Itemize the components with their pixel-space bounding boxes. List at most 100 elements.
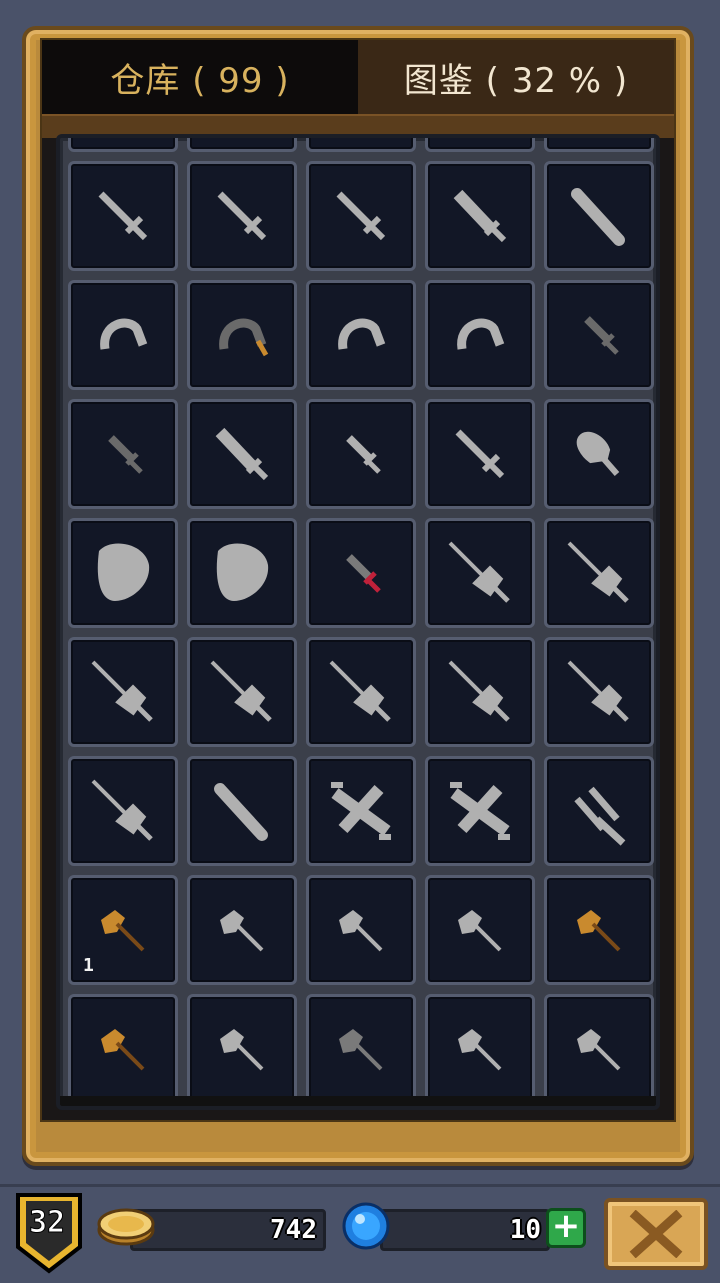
inventory-slot[interactable] <box>68 518 178 628</box>
item-count: 1 <box>83 955 94 976</box>
inventory-slot[interactable] <box>544 161 654 271</box>
dagger-icon <box>346 435 381 474</box>
rapier-icon <box>448 541 510 603</box>
inventory-slot[interactable] <box>187 280 297 390</box>
inventory-slot[interactable] <box>306 134 416 152</box>
inventory-slot[interactable] <box>425 756 535 866</box>
gold-coin-icon <box>97 1208 155 1246</box>
inventory-slot[interactable] <box>306 399 416 509</box>
inventory-slot[interactable] <box>544 138 654 152</box>
inventory-slot[interactable] <box>425 134 535 152</box>
inventory-slot[interactable] <box>68 994 178 1104</box>
level-number: 32 <box>28 1205 66 1241</box>
inventory-slot[interactable] <box>544 399 654 509</box>
inventory-frame: 仓库 ( 99 ) 图鉴 ( 32 % ) 1 <box>22 26 694 1166</box>
axe-icon <box>220 1029 264 1071</box>
axe-icon <box>458 1029 502 1071</box>
sickle-icon <box>457 318 505 350</box>
inventory-slot[interactable] <box>306 756 416 866</box>
cross-blade-icon <box>331 782 391 840</box>
dark-axe-icon <box>339 1029 383 1071</box>
close-icon <box>629 1210 683 1258</box>
tab-bar: 仓库 ( 99 ) 图鉴 ( 32 % ) <box>42 40 674 114</box>
inventory-slot[interactable] <box>544 280 654 390</box>
inventory-slot[interactable] <box>306 161 416 271</box>
inventory-slot[interactable] <box>544 637 654 747</box>
gray-sword-icon <box>190 134 294 149</box>
inventory-slot[interactable] <box>187 637 297 747</box>
broad-sword-icon <box>453 189 507 243</box>
inventory-slot[interactable] <box>68 637 178 747</box>
gem-amount: 10 <box>509 1215 541 1245</box>
inventory-slot[interactable] <box>187 756 297 866</box>
shield-icon <box>97 543 150 601</box>
inventory-slot[interactable] <box>187 399 297 509</box>
trident-icon <box>574 786 626 846</box>
inventory-slot[interactable] <box>306 280 416 390</box>
item-grid: 1 <box>68 134 656 1104</box>
item-grid-panel[interactable]: 1 <box>56 134 660 1110</box>
inventory-slot[interactable] <box>68 280 178 390</box>
inventory-slot[interactable]: 1 <box>68 875 178 985</box>
inventory-slot[interactable] <box>544 994 654 1104</box>
level-badge: 32 <box>14 1191 84 1275</box>
inventory-slot[interactable] <box>306 994 416 1104</box>
inventory-slot[interactable] <box>544 756 654 866</box>
axe-icon <box>220 910 264 952</box>
sickle-icon <box>338 318 386 350</box>
inventory-slot[interactable] <box>68 399 178 509</box>
inventory-slot[interactable] <box>68 161 178 271</box>
inventory-slot[interactable] <box>68 134 178 152</box>
close-button[interactable] <box>604 1198 708 1270</box>
silver-sword-icon <box>309 134 413 149</box>
inventory-slot[interactable] <box>425 518 535 628</box>
axe-icon <box>339 910 383 952</box>
inventory-slot[interactable] <box>187 161 297 271</box>
inventory-slot[interactable] <box>425 994 535 1104</box>
bronze-axe-icon <box>101 1029 145 1071</box>
inventory-slot[interactable] <box>425 161 535 271</box>
gray-sword-icon <box>98 191 148 241</box>
inventory-panel: 仓库 ( 99 ) 图鉴 ( 32 % ) 1 <box>40 38 676 1122</box>
inventory-slot[interactable] <box>187 994 297 1104</box>
tab-codex[interactable]: 图鉴 ( 32 % ) <box>358 40 674 114</box>
inventory-slot[interactable] <box>425 637 535 747</box>
club-icon <box>571 188 625 246</box>
inventory-slot[interactable] <box>425 875 535 985</box>
bronze-axe-icon <box>577 910 621 952</box>
gold-bar: 742 <box>130 1209 326 1251</box>
gem-bar: 10 <box>380 1209 550 1251</box>
dark-sickle-icon <box>219 318 269 357</box>
inventory-slot[interactable] <box>544 875 654 985</box>
dark-dagger-icon <box>108 435 143 474</box>
inventory-slot[interactable] <box>68 756 178 866</box>
gray-sword-icon <box>217 191 267 241</box>
inventory-slot[interactable] <box>544 518 654 628</box>
bronze-sword-icon <box>71 134 175 149</box>
club-icon <box>214 783 268 841</box>
rapier-icon <box>567 660 629 722</box>
axe-icon <box>577 1029 621 1071</box>
gray-sword-icon <box>455 429 505 479</box>
inventory-slot[interactable] <box>187 134 297 152</box>
rapier-icon <box>210 660 272 722</box>
inventory-slot[interactable] <box>306 875 416 985</box>
inventory-slot[interactable] <box>187 518 297 628</box>
rapier-icon <box>448 660 510 722</box>
rapier-icon <box>567 541 629 603</box>
rapier-icon <box>329 660 391 722</box>
inventory-slot[interactable] <box>425 399 535 509</box>
add-gems-button[interactable]: + <box>546 1208 586 1248</box>
red-dagger-icon <box>346 554 381 593</box>
paddle-icon <box>576 431 620 476</box>
rapier-icon <box>91 779 153 841</box>
inventory-slot[interactable] <box>425 280 535 390</box>
great-sword-icon <box>428 134 532 149</box>
dark-dagger-icon <box>584 316 619 355</box>
inventory-slot[interactable] <box>187 875 297 985</box>
inventory-slot[interactable] <box>306 637 416 747</box>
gold-amount: 742 <box>270 1215 317 1245</box>
grid-bottom-edge <box>60 1096 656 1106</box>
tab-warehouse[interactable]: 仓库 ( 99 ) <box>42 40 358 114</box>
inventory-slot[interactable] <box>306 518 416 628</box>
